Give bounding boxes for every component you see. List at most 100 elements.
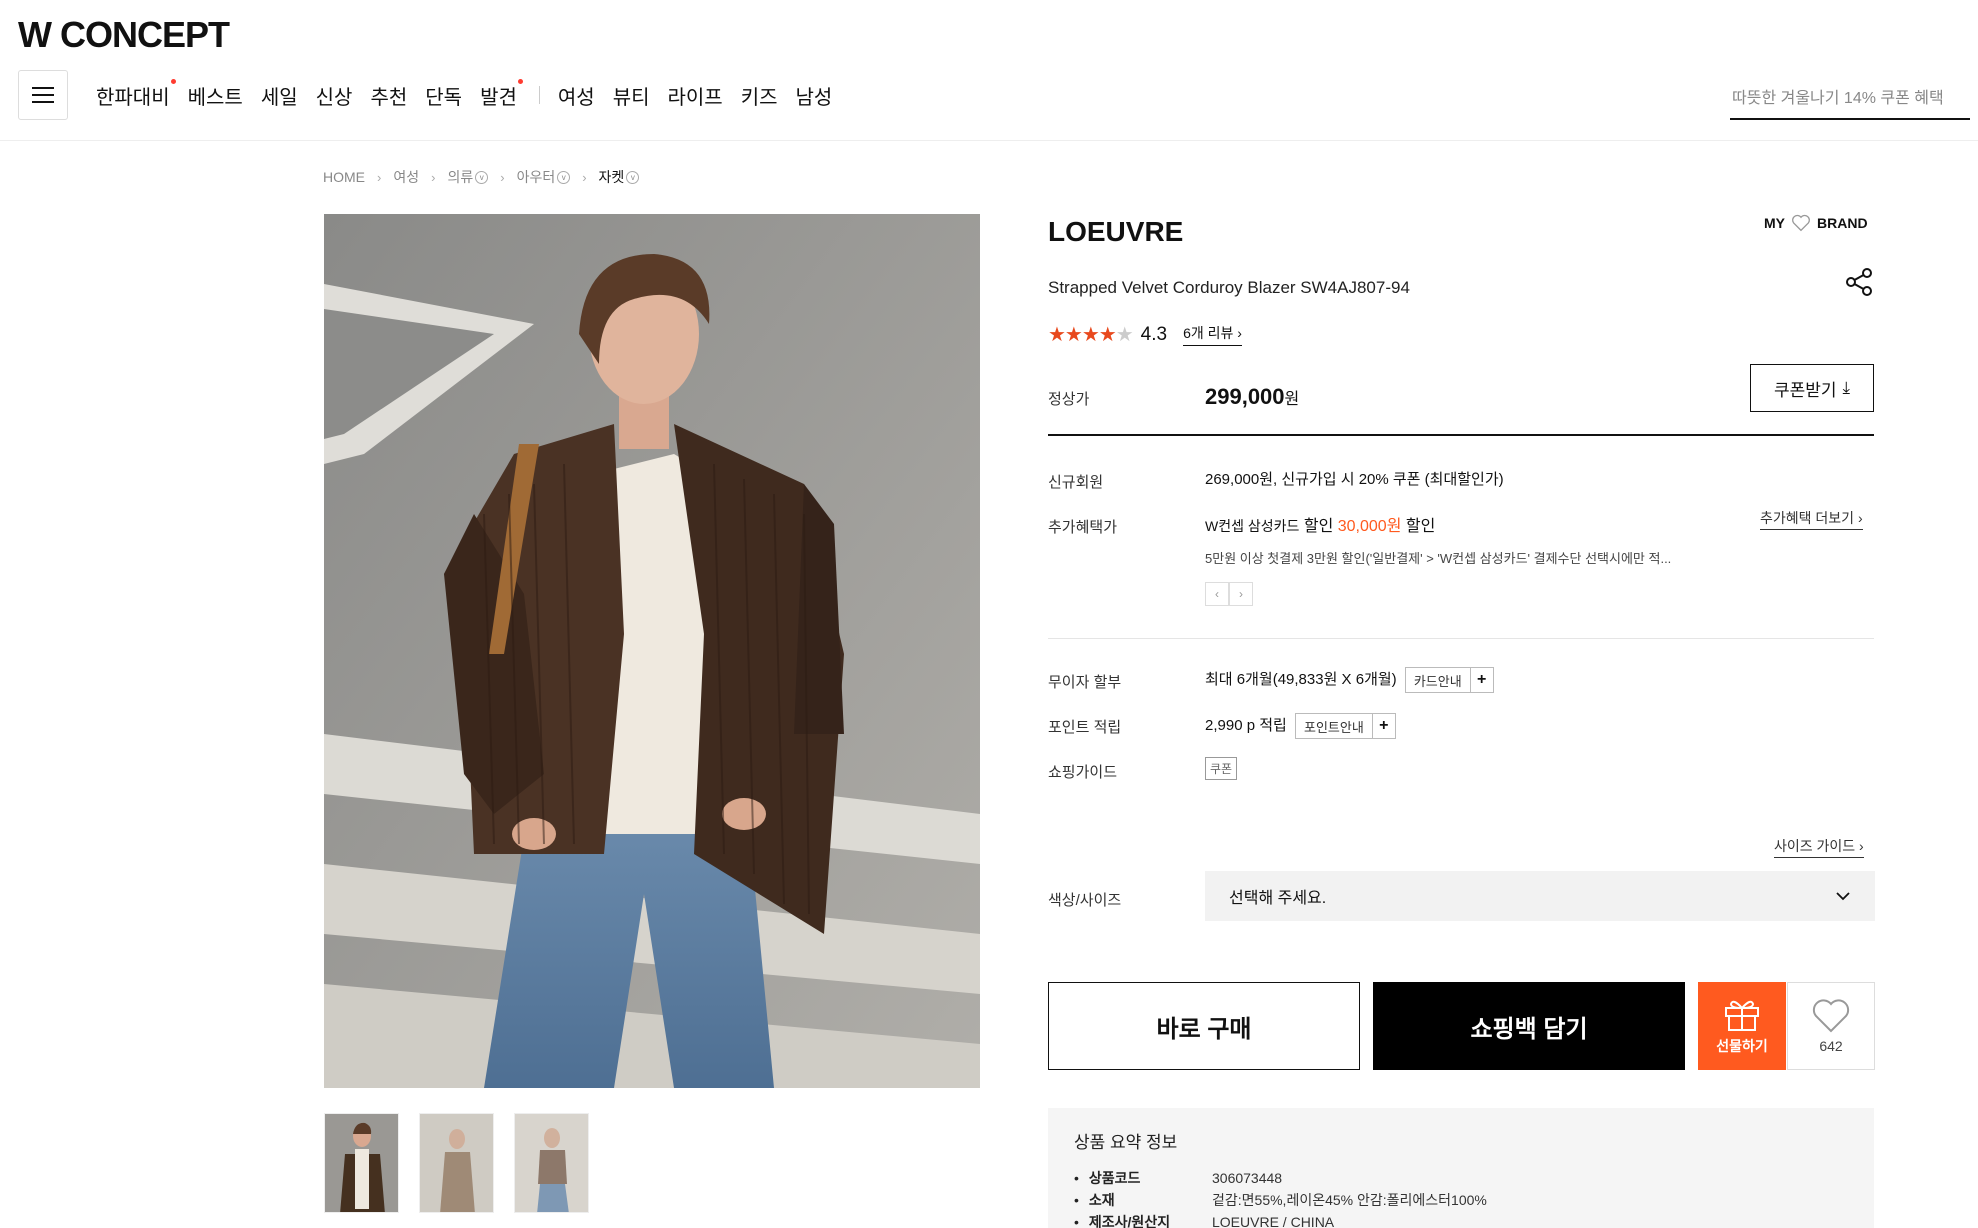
summary-value: LOEUVRE / CHINA: [1212, 1214, 1335, 1228]
rating-value: 4.3: [1140, 323, 1168, 345]
nav-item-recommend[interactable]: 추천: [370, 81, 407, 110]
breadcrumb-jacket[interactable]: 자켓 v: [599, 167, 640, 187]
breadcrumb-label: 자켓: [598, 169, 625, 185]
chevron-right-icon: ›: [500, 169, 505, 185]
nav-item-sale[interactable]: 세일: [261, 81, 298, 110]
my-label: MY: [1764, 215, 1785, 231]
nav-item-new[interactable]: 신상: [316, 81, 353, 110]
nav-item-beauty[interactable]: 뷰티: [613, 81, 650, 110]
review-link[interactable]: 6개 리뷰 ›: [1183, 323, 1242, 346]
chevron-right-icon: ›: [431, 169, 436, 185]
thumbnail-2[interactable]: [419, 1113, 494, 1213]
get-coupon-button[interactable]: 쿠폰받기 ⤓: [1750, 364, 1874, 412]
price-amount: 299,000: [1205, 384, 1285, 409]
new-dot-icon: [517, 78, 523, 84]
nav-item-discover[interactable]: 발견: [480, 78, 523, 110]
site-logo[interactable]: W CONCEPT: [18, 14, 230, 56]
summary-value: 겉감:면55%,레이온45% 안감:폴리에스터100%: [1212, 1192, 1487, 1208]
breadcrumb-women[interactable]: 여성: [393, 167, 419, 187]
coupon-button-label: 쿠폰받기: [1773, 380, 1837, 400]
installment-label: 무이자 할부: [1048, 674, 1122, 691]
add-to-bag-button[interactable]: 쇼핑백 담기: [1373, 982, 1685, 1070]
point-guide-button[interactable]: 포인트안내 +: [1295, 713, 1396, 739]
nav-item-best[interactable]: 베스트: [188, 81, 243, 110]
star-rating-icon: ★★★★★: [1048, 324, 1134, 346]
thumbnail-3[interactable]: [514, 1113, 589, 1213]
product-main-image[interactable]: [324, 214, 980, 1088]
point-label: 포인트 적립: [1048, 719, 1122, 736]
summary-row: 소재겉감:면55%,레이온45% 안감:폴리에스터100%: [1074, 1189, 1848, 1211]
benefit-pager: ‹ ›: [1205, 582, 1253, 606]
chevron-right-icon: ›: [582, 169, 587, 185]
more-link-label: 추가혜택 더보기: [1760, 510, 1855, 526]
gift-label: 선물하기: [1716, 1038, 1768, 1054]
chevron-down-icon: v: [557, 170, 571, 184]
main-nav: 한파대비 베스트 세일 신상 추천 단독 발견 여성 뷰티 라이프 키즈 남성: [96, 78, 850, 110]
breadcrumb-label: 의류: [447, 169, 474, 185]
thumbnail-photo: [325, 1114, 398, 1212]
summary-key: 상품코드: [1074, 1167, 1212, 1189]
gift-button[interactable]: 선물하기: [1698, 982, 1786, 1070]
brand-label: BRAND: [1817, 215, 1868, 231]
thumbnail-1[interactable]: [324, 1113, 399, 1213]
discount-prefix: 할인: [1303, 518, 1334, 535]
extra-benefit-text: W컨셉 삼성카드 할인 30,000원 할인: [1205, 512, 1435, 536]
breadcrumb-clothing[interactable]: 의류 v: [447, 167, 489, 187]
nav-divider: [538, 86, 540, 104]
my-brand-button[interactable]: MY BRAND: [1764, 214, 1868, 232]
point-row: 2,990 p 적립 포인트안내 +: [1205, 713, 1396, 739]
price-value: 299,000원: [1205, 384, 1299, 410]
gift-icon: [1725, 1000, 1759, 1031]
like-count: 642: [1819, 1038, 1843, 1054]
benefit-divider: [1048, 638, 1874, 639]
card-guide-button[interactable]: 카드안내 +: [1404, 667, 1494, 693]
nav-item-men[interactable]: 남성: [796, 81, 833, 110]
search-input[interactable]: 따뜻한 겨울나기 14% 쿠폰 혜택: [1730, 74, 1970, 120]
extra-benefit-more-link[interactable]: 추가혜택 더보기 ›: [1760, 508, 1863, 530]
chevron-right-icon[interactable]: ›: [1229, 582, 1253, 606]
brand-name[interactable]: LOEUVRE: [1048, 216, 1183, 248]
price-label: 정상가: [1048, 391, 1090, 408]
plus-icon: +: [1379, 717, 1389, 734]
chevron-left-icon[interactable]: ‹: [1205, 582, 1229, 606]
discount-suffix: 할인: [1405, 518, 1436, 535]
discount-amount: 30,000원: [1337, 518, 1402, 535]
summary-row: 제조사/원산지LOEUVRE / CHINA: [1074, 1211, 1848, 1228]
product-name: Strapped Velvet Corduroy Blazer SW4AJ807…: [1048, 278, 1410, 297]
like-button[interactable]: 642: [1787, 982, 1875, 1070]
extra-benefit-label: 추가혜택가: [1048, 519, 1118, 536]
card-name: W컨셉 삼성카드: [1205, 518, 1300, 534]
summary-row: 상품코드306073448: [1074, 1167, 1848, 1189]
card-guide-label: 카드안내: [1406, 668, 1471, 692]
breadcrumb: HOME › 여성 › 의류 v › 아우터 v › 자켓 v: [323, 167, 640, 187]
nav-item-kids[interactable]: 키즈: [741, 81, 778, 110]
thumbnail-photo: [420, 1114, 493, 1212]
point-text: 2,990 p 적립: [1205, 716, 1287, 734]
nav-item-winter[interactable]: 한파대비: [96, 78, 176, 110]
size-guide-link[interactable]: 사이즈 가이드 ›: [1774, 836, 1864, 858]
buy-now-button[interactable]: 바로 구매: [1048, 982, 1360, 1070]
nav-item-life[interactable]: 라이프: [668, 81, 723, 110]
size-guide-label: 사이즈 가이드: [1774, 838, 1856, 854]
chevron-right-icon: ›: [377, 169, 382, 185]
installment-text: 최대 6개월(49,833원 X 6개월): [1205, 670, 1397, 688]
nav-item-exclusive[interactable]: 단독: [425, 81, 462, 110]
option-label: 색상/사이즈: [1048, 892, 1122, 909]
breadcrumb-outer[interactable]: 아우터 v: [517, 167, 571, 187]
new-member-text: 269,000원, 신규가입 시 20% 쿠폰 (최대할인가): [1205, 471, 1504, 488]
summary-value: 306073448: [1212, 1170, 1283, 1186]
heart-icon: [1792, 214, 1810, 232]
option-select[interactable]: 선택해 주세요.: [1205, 871, 1875, 921]
nav-label: 한파대비: [96, 86, 170, 109]
breadcrumb-home[interactable]: HOME: [323, 169, 365, 185]
nav-item-women[interactable]: 여성: [558, 81, 595, 110]
coupon-tag[interactable]: 쿠폰: [1205, 757, 1238, 780]
new-dot-icon: [170, 78, 176, 84]
breadcrumb-label: 아우터: [516, 169, 556, 185]
share-icon[interactable]: [1843, 266, 1875, 298]
hamburger-menu-icon[interactable]: [18, 70, 68, 120]
download-icon: ⤓: [1842, 378, 1851, 397]
summary-title: 상품 요약 정보: [1074, 1133, 1178, 1152]
thumbnail-photo: [515, 1114, 588, 1212]
price-unit: 원: [1284, 391, 1300, 408]
